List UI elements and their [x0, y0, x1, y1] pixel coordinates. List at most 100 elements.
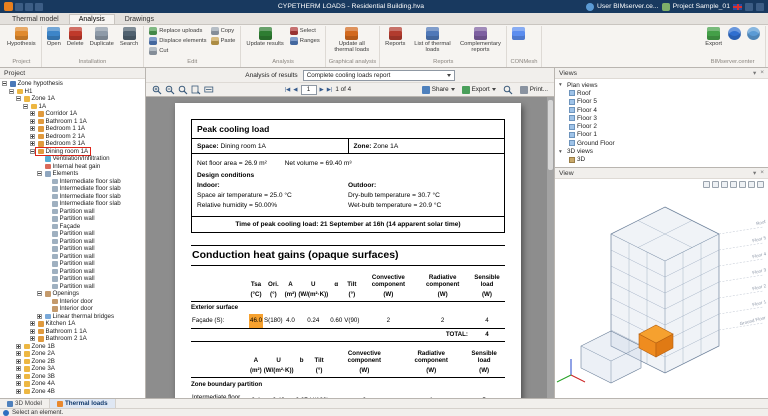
- tree-item[interactable]: Internal heat gain: [0, 163, 145, 171]
- layers-icon[interactable]: [730, 180, 737, 188]
- tree-item[interactable]: Partition wall: [0, 260, 145, 268]
- complementary-reports-button[interactable]: Complementary reports: [457, 26, 503, 54]
- redo-icon[interactable]: [35, 2, 43, 11]
- prev-page-button[interactable]: ◀: [293, 87, 297, 93]
- tree-expander[interactable]: [16, 358, 21, 364]
- tree-item[interactable]: H1: [0, 88, 145, 96]
- tree-item[interactable]: Intermediate floor slab: [0, 193, 145, 201]
- panel-menu-icon[interactable]: ▾: [753, 69, 756, 77]
- export-button[interactable]: Export: [703, 26, 724, 48]
- tree-expander[interactable]: [30, 321, 35, 327]
- zoom-in-icon[interactable]: [152, 85, 162, 95]
- tree-expander[interactable]: [37, 313, 42, 319]
- tree-item[interactable]: Bedroom 2 1A: [0, 133, 145, 141]
- settings-icon[interactable]: [757, 180, 764, 188]
- tree-item[interactable]: Bathroom 1 1A: [0, 328, 145, 336]
- search-document-icon[interactable]: [503, 85, 513, 95]
- tree-item[interactable]: Partition wall: [0, 208, 145, 216]
- select-button[interactable]: Select: [288, 26, 322, 36]
- tree-item[interactable]: Bedroom 1 1A: [0, 125, 145, 133]
- tree-expander[interactable]: [30, 126, 35, 132]
- ribbon-tab-analysis[interactable]: Analysis: [68, 14, 115, 24]
- search-button[interactable]: Search: [118, 26, 140, 48]
- cube-icon[interactable]: [739, 180, 746, 188]
- tree-item[interactable]: Corridor 1A: [0, 110, 145, 118]
- zoom-fit-page-icon[interactable]: [191, 85, 201, 95]
- user-label[interactable]: User BIMserver.ce...: [597, 3, 659, 10]
- print-button[interactable]: Print...: [519, 85, 548, 94]
- paste-button[interactable]: Paste: [209, 36, 238, 46]
- tree-item[interactable]: Zone 4A: [0, 380, 145, 388]
- export-button[interactable]: Export: [461, 85, 496, 94]
- tree-item[interactable]: Dining room 1A: [0, 146, 145, 156]
- views-section-plan-views[interactable]: ▾ Plan views: [559, 81, 764, 89]
- tree-expander[interactable]: [23, 103, 28, 109]
- eye-icon[interactable]: [721, 180, 728, 188]
- replace-uploads-button[interactable]: Replace uploads: [147, 26, 208, 36]
- tree-item[interactable]: Kitchen 1A: [0, 320, 145, 328]
- panel-menu-icon[interactable]: ▾: [753, 169, 756, 177]
- tree-expander[interactable]: [9, 88, 14, 94]
- tree-expander[interactable]: [16, 96, 21, 102]
- project-label[interactable]: Project Sample_01: [673, 3, 730, 10]
- tree-expander[interactable]: [30, 118, 35, 124]
- report-viewport[interactable]: Peak cooling load Space: Dining room 1A …: [146, 97, 554, 398]
- next-page-button[interactable]: ▶: [320, 87, 324, 93]
- ribbon-tab-drawings[interactable]: Drawings: [115, 14, 164, 24]
- tree-expander[interactable]: [16, 343, 21, 349]
- zoom-out-icon[interactable]: [165, 85, 175, 95]
- tree-item[interactable]: Intermediate floor slab: [0, 185, 145, 193]
- tree-expander[interactable]: [16, 366, 21, 372]
- tree-item[interactable]: Intermediate floor slab: [0, 200, 145, 208]
- duplicate-button[interactable]: Duplicate: [88, 26, 116, 48]
- copy-button[interactable]: Copy: [209, 26, 238, 36]
- undo-icon[interactable]: [25, 2, 33, 11]
- tree-item[interactable]: Zone 3B: [0, 373, 145, 381]
- tree-item[interactable]: Bathroom 1 1A: [0, 118, 145, 126]
- tree-expander[interactable]: [30, 328, 35, 334]
- help-icon[interactable]: [756, 2, 764, 11]
- tree-item[interactable]: Zone 1A: [0, 95, 145, 103]
- view-item[interactable]: Floor 3: [559, 114, 764, 122]
- language-flag-icon[interactable]: [733, 3, 742, 10]
- view-item[interactable]: Floor 2: [559, 122, 764, 130]
- tree-expander[interactable]: [30, 148, 35, 154]
- tree-item[interactable]: Partition wall: [0, 245, 145, 253]
- tree-item[interactable]: Bathroom 2 1A: [0, 335, 145, 343]
- tree-item[interactable]: Openings: [0, 290, 145, 298]
- tree-item[interactable]: Zone 3A: [0, 365, 145, 373]
- zoom-fit-width-icon[interactable]: [204, 85, 214, 95]
- tab-3d-model[interactable]: 3D Model: [0, 399, 50, 408]
- update-thermal-loads-button[interactable]: Update all thermal loads: [329, 26, 375, 54]
- scrollbar-thumb[interactable]: [548, 100, 553, 170]
- tab-thermal-loads[interactable]: Thermal loads: [49, 399, 116, 408]
- tree-item[interactable]: Interior door: [0, 305, 145, 313]
- tree-item[interactable]: Intermediate floor slab: [0, 178, 145, 186]
- tree-item[interactable]: Partition wall: [0, 253, 145, 261]
- view-item[interactable]: Ground Floor: [559, 139, 764, 147]
- view-item[interactable]: Floor 4: [559, 106, 764, 114]
- current-page-input[interactable]: 1: [300, 84, 317, 95]
- cut-button[interactable]: Cut: [147, 46, 208, 56]
- tree-item[interactable]: Zone 4B: [0, 388, 145, 396]
- ranges-button[interactable]: Ranges: [288, 36, 322, 46]
- first-page-button[interactable]: |◀: [285, 87, 291, 93]
- tree-item[interactable]: Partition wall: [0, 275, 145, 283]
- tree-expander[interactable]: [30, 133, 35, 139]
- share-button[interactable]: Share: [421, 85, 455, 94]
- tree-expander[interactable]: [16, 388, 21, 394]
- project-icon[interactable]: [661, 2, 670, 11]
- conmesh-button[interactable]: [510, 26, 527, 42]
- tree-item[interactable]: Zone hypothesis: [0, 80, 145, 88]
- tree-item[interactable]: Partition wall: [0, 215, 145, 223]
- user-avatar-icon[interactable]: [585, 2, 594, 11]
- tree-expander[interactable]: [16, 373, 21, 379]
- hypothesis-button[interactable]: Hypothesis: [5, 26, 38, 48]
- tree-item[interactable]: Linear thermal bridges: [0, 313, 145, 321]
- model-viewport[interactable]: Roof Floor 5 Floor 4 Floor 3 Floor 2 Floor 1G…: [555, 189, 768, 398]
- tree-item[interactable]: Partition wall: [0, 283, 145, 291]
- tree-expander[interactable]: [2, 81, 7, 87]
- close-icon[interactable]: ×: [760, 69, 764, 77]
- tree-item[interactable]: Interior door: [0, 298, 145, 306]
- view-item[interactable]: 3D: [559, 156, 764, 164]
